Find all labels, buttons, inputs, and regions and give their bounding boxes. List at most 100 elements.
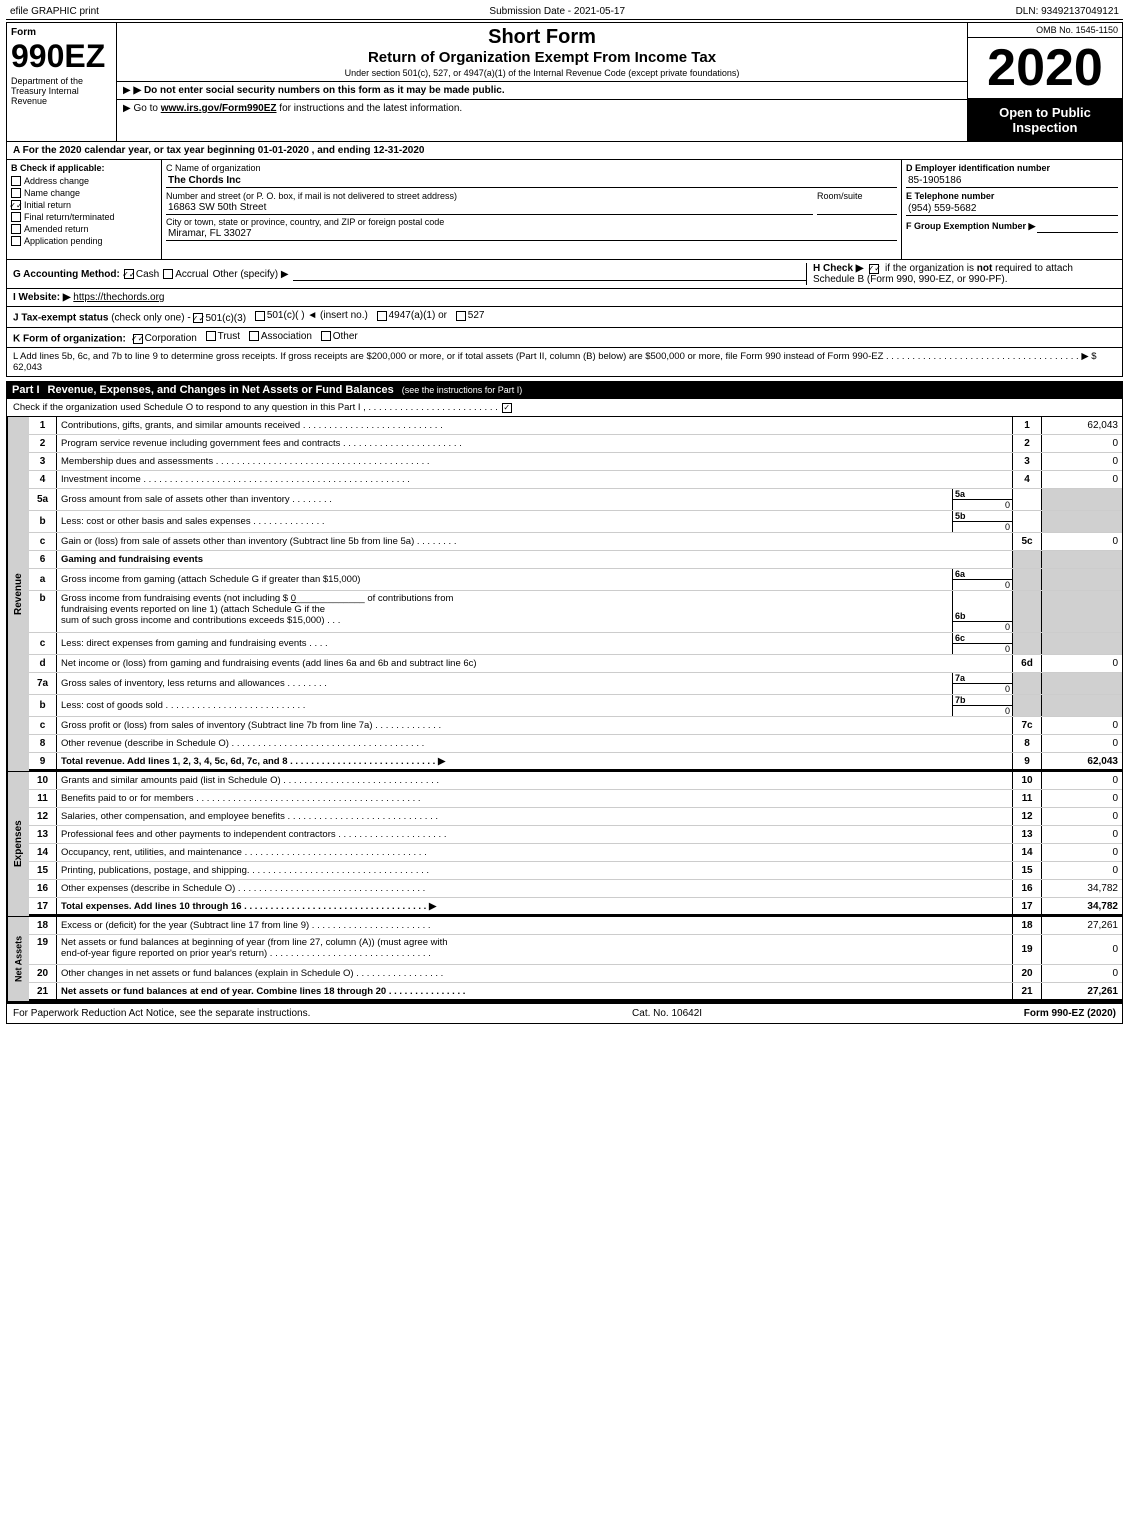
expenses-rows: 10 Grants and similar amounts paid (list…	[29, 772, 1122, 916]
top-bar-left: efile GRAPHIC print	[10, 6, 99, 17]
row-number: 5a	[29, 489, 57, 510]
accrual-checkbox[interactable]: Accrual	[163, 269, 208, 280]
527-checkbox[interactable]: 527	[456, 310, 485, 321]
line-number: 9	[1012, 753, 1042, 769]
mid-value: 0	[953, 521, 1012, 532]
mid-value: 0	[953, 621, 1012, 632]
application-pending-checkbox[interactable]	[11, 236, 21, 246]
row-value: 0	[1042, 826, 1122, 843]
revenue-side-label: Revenue	[7, 417, 29, 771]
row-value: 34,782	[1042, 880, 1122, 897]
instruction1-row: ▶ ▶ Do not enter social security numbers…	[117, 82, 967, 100]
instruction2-text: Go to	[133, 103, 160, 114]
row-value: 0	[1042, 533, 1122, 550]
line-number: 4	[1012, 471, 1042, 488]
trust-checkbox[interactable]: Trust	[206, 331, 240, 342]
initial-return-checkbox[interactable]: ✓	[11, 200, 21, 210]
corporation-label: Corporation	[145, 333, 197, 344]
row-number: 11	[29, 790, 57, 807]
table-row: 6 Gaming and fundraising events	[29, 551, 1122, 569]
top-bar-mid: Submission Date - 2021-05-17	[489, 6, 625, 17]
initial-return-check[interactable]: ✓ Initial return	[11, 200, 157, 210]
footer: For Paperwork Reduction Act Notice, see …	[6, 1002, 1123, 1024]
line-number: 11	[1012, 790, 1042, 807]
row-description: Salaries, other compensation, and employ…	[57, 808, 1012, 825]
add-lines-row: L Add lines 5b, 6c, and 7b to line 9 to …	[6, 348, 1123, 377]
amended-return-check[interactable]: Amended return	[11, 224, 157, 234]
name-change-check[interactable]: Name change	[11, 188, 157, 198]
line-number: 18	[1012, 917, 1042, 934]
501c3-checkbox[interactable]: ✓ 501(c)(3)	[193, 313, 246, 324]
corporation-checkbox[interactable]: ✓ Corporation	[133, 333, 197, 344]
h-checkbox[interactable]: ✓	[869, 264, 879, 274]
website-row: I Website: ▶ https://thechords.org	[6, 289, 1123, 307]
row-value: 0	[1042, 453, 1122, 470]
final-return-label: Final return/terminated	[24, 212, 115, 222]
row-description: Gross income from gaming (attach Schedul…	[57, 569, 952, 590]
row-value: 0	[1042, 808, 1122, 825]
revenue-rows: 1 Contributions, gifts, grants, and simi…	[29, 417, 1122, 771]
table-row: 15 Printing, publications, postage, and …	[29, 862, 1122, 880]
mid-cell: 7b 0	[952, 695, 1012, 716]
phone-label: E Telephone number	[906, 191, 1118, 201]
address-label: Number and street (or P. O. box, if mail…	[166, 191, 813, 201]
check-label: B Check if applicable:	[11, 163, 105, 173]
h-check-text: H Check ▶	[813, 263, 863, 274]
row-value: 0	[1042, 735, 1122, 752]
4947-checkbox[interactable]: 4947(a)(1) or	[377, 310, 447, 321]
mid-cell: 5a 0	[952, 489, 1012, 510]
expenses-section: Expenses 10 Grants and similar amounts p…	[6, 772, 1123, 917]
line-number-gray	[1012, 673, 1042, 694]
mid-cell: 7a 0	[952, 673, 1012, 694]
form-org-label: K Form of organization:	[13, 333, 126, 344]
row-number: 12	[29, 808, 57, 825]
footer-left: For Paperwork Reduction Act Notice, see …	[13, 1008, 310, 1019]
4947-label: 4947(a)(1) or	[389, 310, 447, 321]
row-description: Net assets or fund balances at beginning…	[57, 935, 1012, 964]
line-number-gray	[1012, 591, 1042, 632]
row-number: 20	[29, 965, 57, 982]
other-org-checkbox[interactable]: Other	[321, 331, 358, 342]
mid-value: 0	[953, 579, 1012, 590]
address-change-checkbox[interactable]	[11, 176, 21, 186]
line-number-gray	[1012, 569, 1042, 590]
part1-schedule-o-checkbox[interactable]: ✓	[502, 403, 512, 413]
line-number	[1012, 489, 1042, 510]
final-return-check[interactable]: Final return/terminated	[11, 212, 157, 222]
row-value: 0	[1042, 935, 1122, 964]
mid-label: 5a	[953, 489, 1012, 499]
row-description: Gain or (loss) from sale of assets other…	[57, 533, 1012, 550]
association-checkbox[interactable]: Association	[249, 331, 312, 342]
mid-cell: 6b 0	[952, 591, 1012, 632]
row-number: b	[29, 591, 57, 632]
row-value: 0	[1042, 772, 1122, 789]
line-number: 3	[1012, 453, 1042, 470]
website-link[interactable]: https://thechords.org	[73, 292, 164, 303]
accrual-label: Accrual	[175, 269, 208, 280]
irs-link[interactable]: www.irs.gov/Form990EZ	[161, 103, 277, 114]
row-value: 0	[1042, 471, 1122, 488]
triangle-icon: ▶	[123, 85, 131, 96]
501c-checkbox[interactable]: 501(c)( ) ◄ (insert no.)	[255, 310, 368, 321]
cash-checkbox[interactable]: ✓ Cash	[124, 269, 159, 280]
omb-number: OMB No. 1545-1150	[968, 23, 1122, 38]
final-return-checkbox[interactable]	[11, 212, 21, 222]
amended-return-checkbox[interactable]	[11, 224, 21, 234]
name-change-checkbox[interactable]	[11, 188, 21, 198]
tax-status-label: J Tax-exempt status	[13, 313, 108, 324]
check-applicable-section: B Check if applicable: Address change Na…	[7, 160, 162, 259]
row-description: Less: cost of goods sold . . . . . . . .…	[57, 695, 952, 716]
row-number: 10	[29, 772, 57, 789]
row-number: 16	[29, 880, 57, 897]
ein-section: D Employer identification number 85-1905…	[902, 160, 1122, 259]
address-change-check[interactable]: Address change	[11, 176, 157, 186]
mid-label: 7a	[953, 673, 1012, 683]
row-value-gray	[1042, 569, 1122, 590]
tax-status-row: J Tax-exempt status (check only one) - ✓…	[6, 307, 1123, 328]
address-value: 16863 SW 50th Street	[166, 201, 813, 215]
row-number: 7a	[29, 673, 57, 694]
501c-label: 501(c)( ) ◄ (insert no.)	[267, 310, 368, 321]
row-value: 0	[1042, 790, 1122, 807]
row-description: Gross sales of inventory, less returns a…	[57, 673, 952, 694]
application-pending-check[interactable]: Application pending	[11, 236, 157, 246]
